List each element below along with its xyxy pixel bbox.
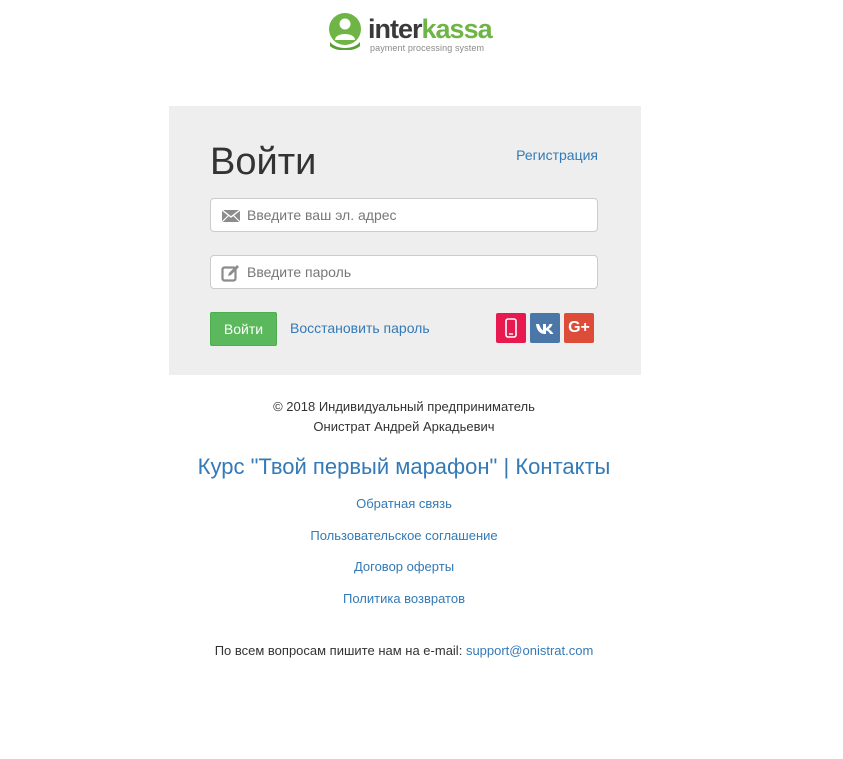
user-agreement-link[interactable]: Пользовательское соглашение <box>310 528 497 543</box>
google-plus-login-button[interactable]: G+ <box>564 313 594 343</box>
contact-text: По всем вопросам пишите нам на e-mail: <box>214 643 463 658</box>
interkassa-logo[interactable]: interkassa payment processing system <box>326 12 496 62</box>
password-input[interactable] <box>247 256 587 288</box>
footer-link-row: Пользовательское соглашение <box>0 528 808 543</box>
logo-tagline: payment processing system <box>370 43 485 53</box>
separator: | <box>503 454 510 479</box>
register-link[interactable]: Регистрация <box>516 147 598 163</box>
copyright: © 2018 Индивидуальный предприниматель Он… <box>0 397 808 437</box>
password-field[interactable] <box>210 255 598 289</box>
login-button[interactable]: Войти <box>210 312 277 346</box>
offer-contract-link[interactable]: Договор оферты <box>354 559 454 574</box>
restore-password-link[interactable]: Восстановить пароль <box>290 320 430 336</box>
course-link[interactable]: Курс "Твой первый марафон" <box>198 454 498 479</box>
vk-icon <box>536 324 554 334</box>
footer-link-row: Политика возвратов <box>0 591 808 606</box>
interkassa-logo-icon <box>329 13 361 50</box>
logo-wordmark-kassa: kassa <box>421 14 493 44</box>
refund-policy-link[interactable]: Политика возвратов <box>343 591 465 606</box>
envelope-icon <box>221 209 241 223</box>
copyright-line-2: Онистрат Андрей Аркадьевич <box>313 419 495 434</box>
pencil-edit-icon <box>221 265 239 282</box>
phone-login-button[interactable] <box>496 313 526 343</box>
course-contacts-line: Курс "Твой первый марафон" | Контакты <box>0 453 808 481</box>
logo-wordmark: interkassa <box>368 14 493 44</box>
logo-wordmark-inter: inter <box>368 14 423 44</box>
contact-line: По всем вопросам пишите нам на e-mail: s… <box>0 643 808 658</box>
page-title: Войти <box>210 141 317 183</box>
login-page: interkassa payment processing system Вой… <box>0 0 843 759</box>
copyright-line-1: © 2018 Индивидуальный предприниматель <box>273 399 535 414</box>
footer-link-row: Обратная связь <box>0 496 808 511</box>
email-field[interactable] <box>210 198 598 232</box>
footer-link-row: Договор оферты <box>0 559 808 574</box>
vk-login-button[interactable] <box>530 313 560 343</box>
login-panel: Войти Регистрация Войти Восстановить пар… <box>169 106 641 375</box>
support-email-link[interactable]: support@onistrat.com <box>466 643 593 658</box>
google-plus-icon: G+ <box>568 319 590 336</box>
feedback-link[interactable]: Обратная связь <box>356 496 452 511</box>
email-input[interactable] <box>247 199 587 231</box>
contacts-link[interactable]: Контакты <box>515 454 610 479</box>
mobile-phone-icon <box>505 318 517 338</box>
